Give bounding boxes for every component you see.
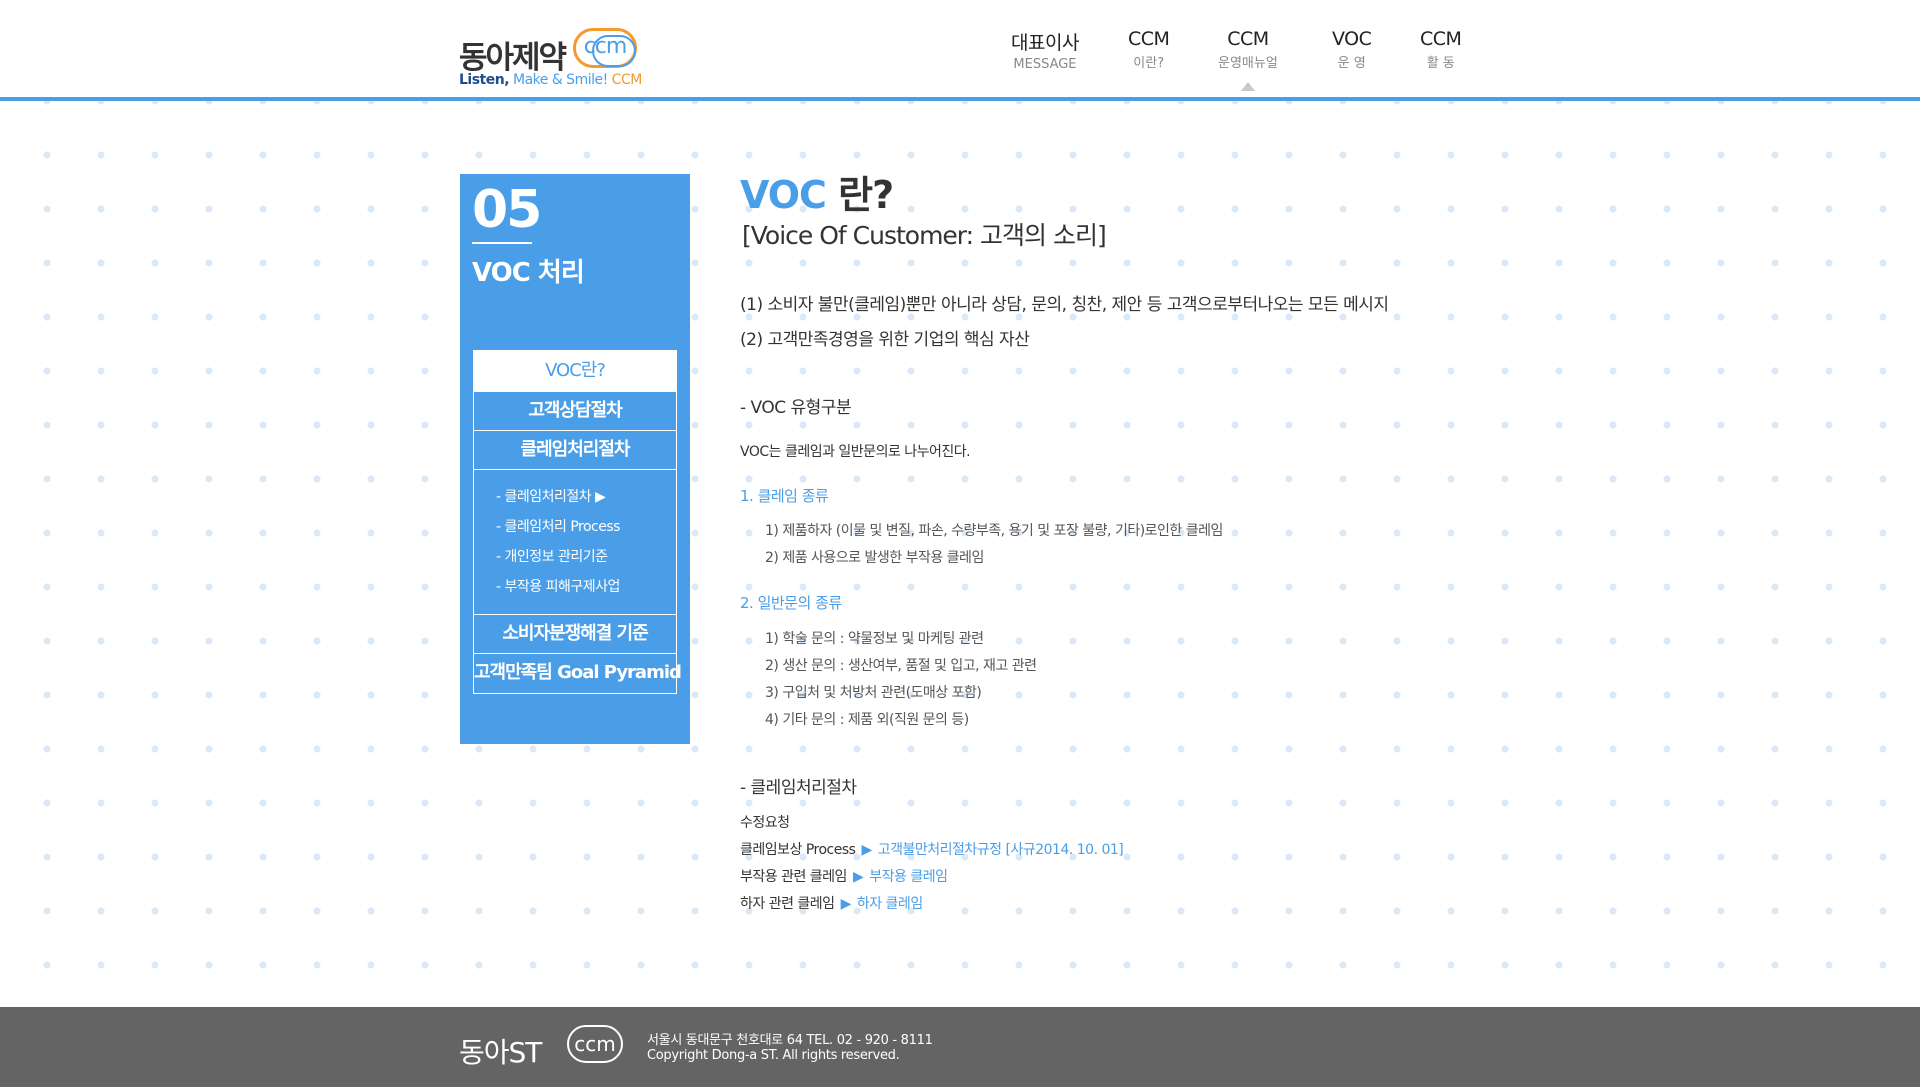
submenu-claim-process[interactable]: - 클레임처리 Process	[496, 512, 676, 542]
sidebar-item-voc-about[interactable]: VOC란?	[474, 351, 676, 392]
section-number-underline	[472, 242, 532, 244]
sidebar-submenu: - 클레임처리절차 ▶ - 클레임처리 Process - 개인정보 관리기준 …	[474, 470, 676, 615]
nav-sublabel: 활 동	[1426, 56, 1455, 71]
nav-ceo-message[interactable]: 대표이사 MESSAGE	[1011, 28, 1079, 72]
sidebar-menu: VOC란? 고객상담절차 클레임처리절차 - 클레임처리절차 ▶ - 클레임처리…	[473, 350, 682, 694]
nav-voc-operation[interactable]: VOC 운 영	[1332, 28, 1372, 71]
section-number: 05	[472, 180, 542, 240]
nav-label: CCM	[1420, 28, 1462, 50]
site-footer: 동아ST ccm 서울시 동대문구 천호대로 64 TEL. 02 - 920 …	[0, 1007, 1920, 1087]
site-header: 동아제약 ccm Listen, Make & Smile! CCM 대표이사 …	[0, 0, 1920, 101]
footer-logo-word: 동아ST	[459, 1036, 542, 1069]
page-subtitle: [Voice Of Customer: 고객의 소리]	[742, 221, 1107, 250]
submenu-claim-procedure[interactable]: - 클레임처리절차 ▶	[496, 482, 676, 512]
nav-label: VOC	[1332, 28, 1372, 50]
site-logo[interactable]: 동아제약 ccm Listen, Make & Smile! CCM	[459, 26, 642, 92]
footer-logo: 동아ST ccm	[459, 1025, 629, 1069]
ccm-logo-icon: ccm	[573, 28, 637, 68]
claim-type-item: 1) 제품하자 (이물 및 변질, 파손, 수량부족, 용기 및 포장 불량, …	[765, 523, 1223, 539]
sidebar-item-claim-procedure[interactable]: 클레임처리절차	[474, 431, 676, 470]
side-effect-claim-link[interactable]: 부작용 클레임	[869, 869, 948, 885]
nav-label: 대표이사	[1011, 32, 1079, 54]
tagline-make-smile: Make & Smile!	[512, 72, 608, 88]
nav-label: CCM	[1227, 28, 1269, 50]
footer-address: 서울시 동대문구 천호대로 64 TEL. 02 - 920 - 8111	[647, 1033, 933, 1048]
tagline-listen: Listen,	[459, 72, 510, 88]
process-label: 클레임보상 Process	[740, 842, 856, 858]
tagline-ccm: CCM	[611, 72, 643, 88]
logo-tagline: Listen, Make & Smile! CCM	[459, 72, 642, 88]
page-title: VOC 란?	[740, 164, 894, 219]
nav-sublabel: 이란?	[1133, 56, 1165, 71]
revision-request: 수정요청	[740, 815, 790, 831]
inquiry-type-item: 4) 기타 문의 : 제품 외(직원 문의 등)	[765, 712, 969, 728]
voc-types-intro: VOC는 클레임과 일반문의로 나누어진다.	[740, 444, 971, 460]
claim-type-item: 2) 제품 사용으로 발생한 부작용 클레임	[765, 550, 984, 566]
page-title-emphasis: VOC	[740, 173, 827, 217]
sidebar-title: VOC 처리	[472, 258, 585, 288]
nav-sublabel: 운영매뉴얼	[1218, 56, 1278, 71]
inquiry-type-item: 1) 학술 문의 : 약물정보 및 마케팅 관련	[765, 631, 984, 647]
nav-ccm-manual[interactable]: CCM 운영매뉴얼	[1218, 28, 1278, 91]
footer-ccm-logo-icon: ccm	[567, 1025, 623, 1063]
arrow-right-icon: ▶	[861, 842, 872, 858]
submenu-privacy-standard[interactable]: - 개인정보 관리기준	[496, 542, 676, 572]
sidebar-item-dispute-resolution[interactable]: 소비자분쟁해결 기준	[474, 615, 676, 654]
page-title-rest: 란?	[825, 173, 894, 217]
inquiry-types-heading: 2. 일반문의 종류	[740, 594, 842, 612]
nav-sublabel: 운 영	[1337, 56, 1366, 71]
process-label: 부작용 관련 클레임	[740, 869, 847, 885]
inquiry-type-item: 3) 구입처 및 처방처 관련(도매상 포함)	[765, 685, 982, 701]
definition-2: (2) 고객만족경영을 위한 기업의 핵심 자산	[740, 330, 1030, 350]
process-row: 하자 관련 클레임 ▶ 하자 클레임	[740, 893, 923, 913]
process-row: 클레임보상 Process ▶ 고객불만처리절차규정 [사규2014. 10. 01…	[740, 839, 1124, 859]
claim-types-heading: 1. 클레임 종류	[740, 487, 829, 505]
footer-copyright: Copyright Dong-a ST. All rights reserved…	[647, 1048, 900, 1063]
definition-1: (1) 소비자 불만(클레임)뿐만 아니라 상담, 문의, 칭찬, 제안 등 고…	[740, 295, 1389, 315]
section-title-voc-types: - VOC 유형구분	[740, 398, 852, 418]
sidebar: 05 VOC 처리 VOC란? 고객상담절차 클레임처리절차 - 클레임처리절차…	[460, 174, 690, 744]
logo-brand: 동아제약	[459, 40, 567, 76]
section-title-claim-procedure: - 클레임처리절차	[740, 778, 857, 798]
arrow-right-icon: ▶	[852, 869, 864, 885]
process-label: 하자 관련 클레임	[740, 896, 835, 912]
sidebar-item-goal-pyramid[interactable]: 고객만족팀 Goal Pyramid	[474, 654, 682, 693]
nav-ccm-about[interactable]: CCM 이란?	[1128, 28, 1170, 71]
sidebar-item-consult-procedure[interactable]: 고객상담절차	[474, 392, 676, 431]
inquiry-type-item: 2) 생산 문의 : 생산여부, 품절 및 입고, 재고 관련	[765, 658, 1037, 674]
submenu-side-effect-relief[interactable]: - 부작용 피해구제사업	[496, 572, 676, 602]
active-caret-icon	[1240, 82, 1255, 91]
nav-ccm-activity[interactable]: CCM 활 동	[1420, 28, 1462, 71]
nav-label: CCM	[1128, 28, 1170, 50]
process-row: 부작용 관련 클레임 ▶ 부작용 클레임	[740, 866, 948, 886]
nav-sublabel: MESSAGE	[1013, 57, 1077, 72]
defect-claim-link[interactable]: 하자 클레임	[857, 896, 923, 912]
arrow-right-icon: ▶	[840, 896, 852, 912]
claim-rules-link[interactable]: 고객불만처리절차규정 [사규2014. 10. 01]	[878, 842, 1124, 858]
